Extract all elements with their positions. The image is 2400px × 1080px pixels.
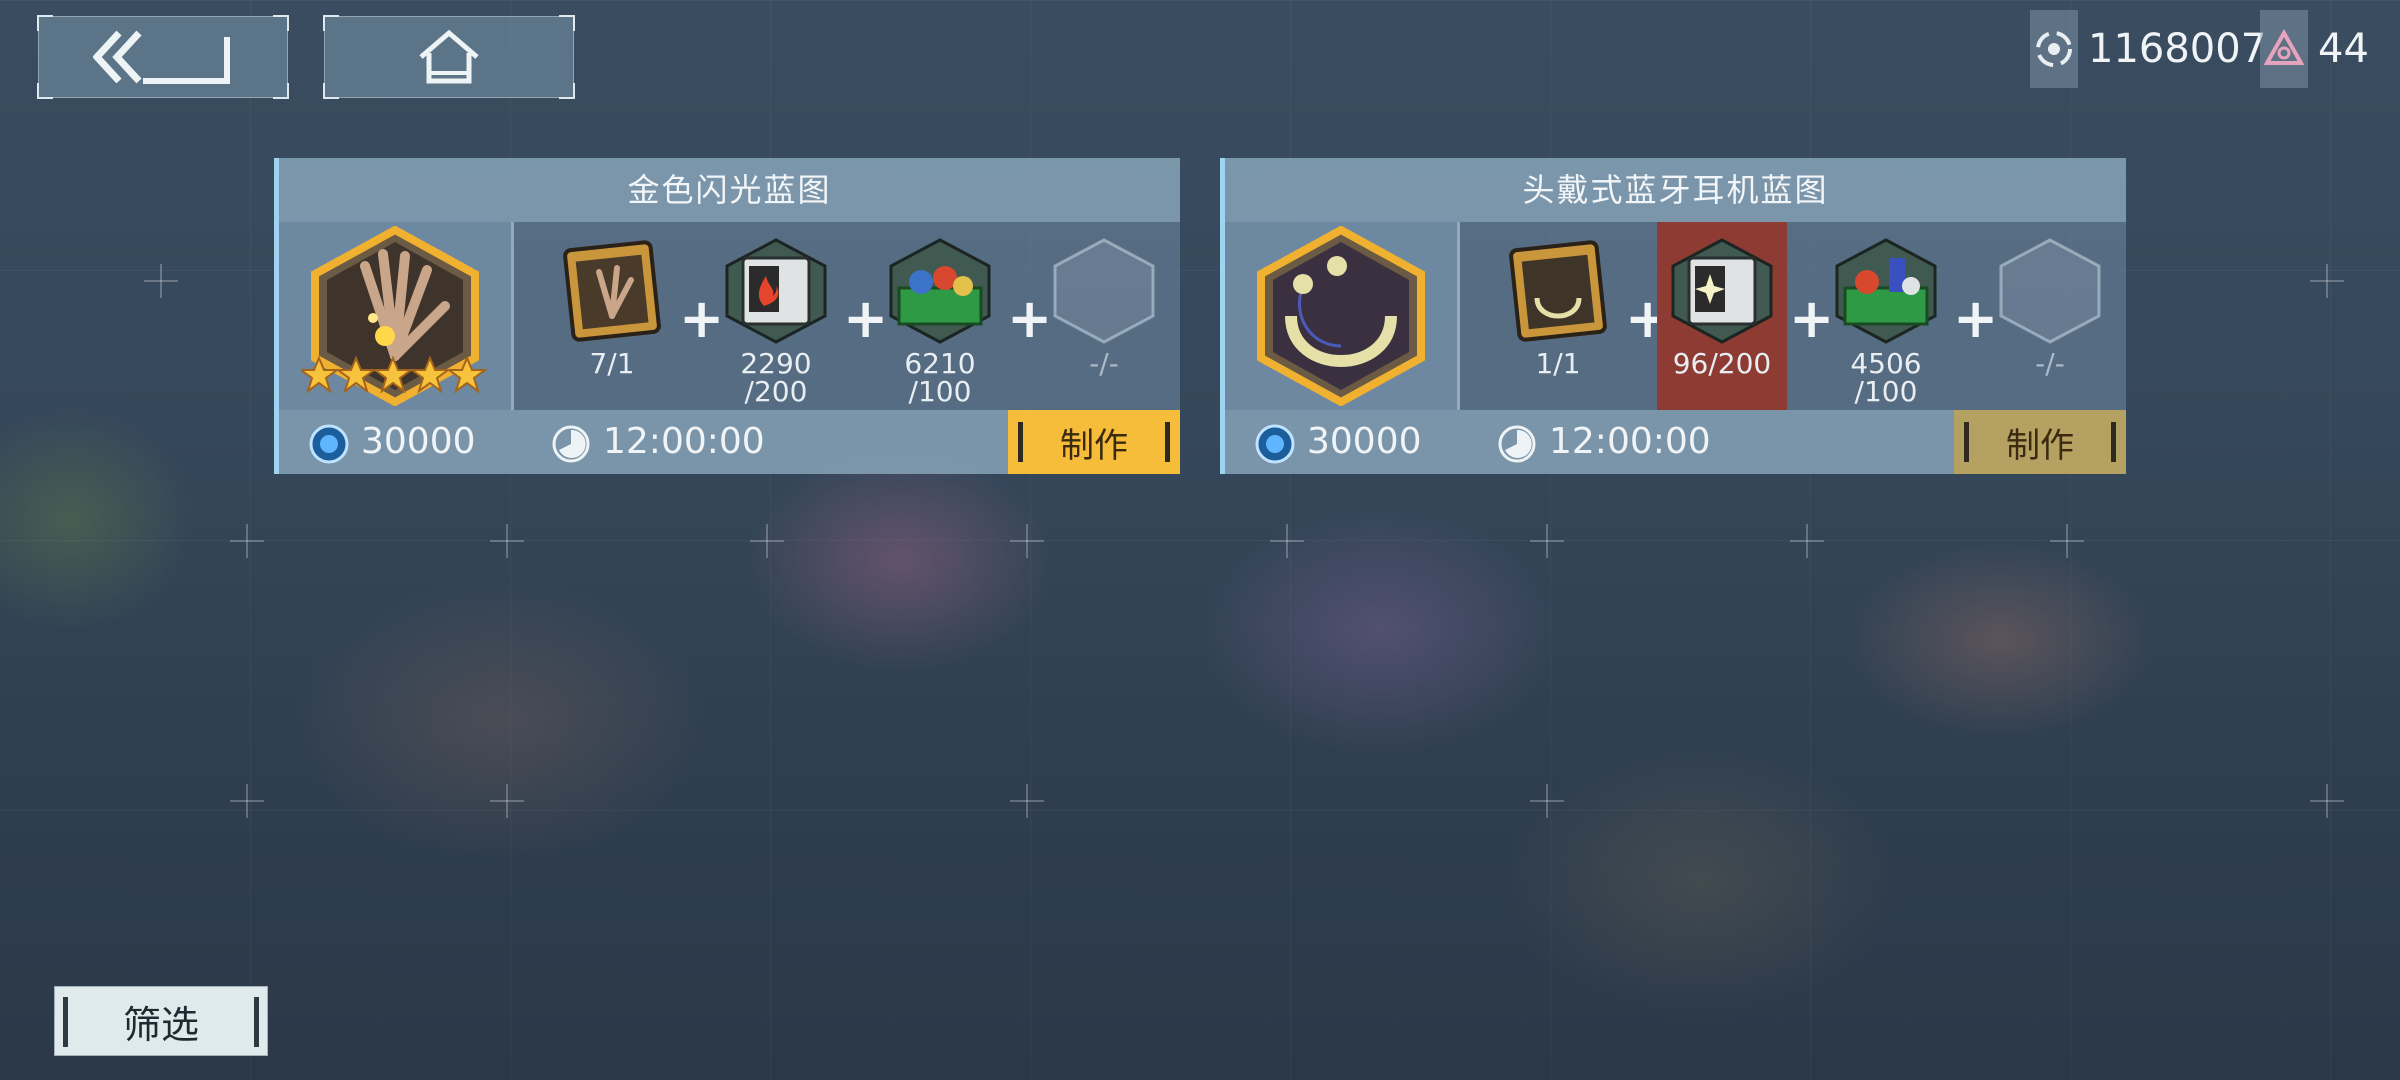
clock-icon bbox=[552, 425, 590, 463]
material-slot[interactable]: 2290 /200 bbox=[711, 232, 841, 408]
material-count: 96/200 bbox=[1672, 347, 1772, 380]
craft-button-disabled[interactable]: 制作 bbox=[1954, 410, 2126, 474]
grid-cross bbox=[1270, 524, 1304, 558]
grid-cross bbox=[1790, 524, 1824, 558]
material-count: 2290 /200 bbox=[740, 347, 812, 408]
empty-slot-icon bbox=[1053, 238, 1155, 344]
grid-cross bbox=[2310, 784, 2344, 818]
recipe-title: 金色闪光蓝图 bbox=[279, 158, 1180, 222]
grid-cross bbox=[144, 264, 178, 298]
back-arrow-icon bbox=[93, 30, 230, 84]
grid-cross bbox=[2050, 524, 2084, 558]
craft-cost: 30000 bbox=[1307, 421, 1422, 462]
neckband-headphones-icon bbox=[1257, 226, 1425, 406]
eye-token-icon bbox=[2030, 10, 2078, 88]
product-slot[interactable] bbox=[1225, 222, 1457, 410]
grid-cross bbox=[230, 784, 264, 818]
material-slot[interactable]: 1/1 bbox=[1493, 232, 1623, 404]
craft-button[interactable]: 制作 bbox=[1008, 410, 1180, 474]
grid-cross bbox=[2310, 264, 2344, 298]
clock-icon bbox=[1498, 425, 1536, 463]
green-parts-crate-icon bbox=[889, 238, 991, 344]
material-slot[interactable]: 7/1 bbox=[547, 232, 677, 404]
craft-time: 12:00:00 bbox=[603, 421, 765, 462]
back-button[interactable] bbox=[37, 15, 289, 99]
material-count: -/- bbox=[1089, 347, 1119, 380]
material-count: 6210 /100 bbox=[904, 347, 976, 408]
sparkle-data-chip-icon bbox=[1671, 238, 1773, 344]
filter-label: 筛选 bbox=[122, 1002, 199, 1047]
material-slot[interactable]: 4506 /100 bbox=[1821, 232, 1951, 408]
blueprint-card-icon bbox=[1509, 240, 1607, 342]
flame-data-chip-icon bbox=[725, 238, 827, 344]
grid-cross bbox=[1010, 524, 1044, 558]
currency-tokens: 1168007 bbox=[2030, 10, 2266, 88]
filter-button[interactable]: 筛选 bbox=[54, 986, 268, 1056]
grid-cross bbox=[490, 784, 524, 818]
craft-button-label: 制作 bbox=[2006, 425, 2074, 466]
gems-value: 44 bbox=[2318, 26, 2369, 72]
recipe-card: 头戴式蓝牙耳机蓝图 1/1 + 96/200 + 4506 /100 + -/-… bbox=[1220, 158, 2126, 474]
material-slot-empty[interactable]: -/- bbox=[1039, 232, 1169, 404]
product-slot[interactable] bbox=[279, 222, 511, 410]
triangle-gem-icon bbox=[2260, 10, 2308, 88]
grid-cross bbox=[1530, 784, 1564, 818]
material-count: 1/1 bbox=[1535, 347, 1581, 380]
blueprint-card-icon bbox=[563, 240, 661, 342]
grid-cross bbox=[490, 524, 524, 558]
coin-icon bbox=[1255, 424, 1295, 464]
recipe-title: 头戴式蓝牙耳机蓝图 bbox=[1225, 158, 2126, 222]
five-star-rating bbox=[301, 356, 489, 394]
grid-cross bbox=[750, 524, 784, 558]
material-slot[interactable]: 6210 /100 bbox=[875, 232, 1005, 408]
home-icon bbox=[419, 29, 479, 84]
craft-button-label: 制作 bbox=[1060, 425, 1128, 466]
material-slot-empty[interactable]: -/- bbox=[1985, 232, 2115, 404]
craft-cost: 30000 bbox=[361, 421, 476, 462]
green-parts-crate-icon bbox=[1835, 238, 1937, 344]
material-count: 4506 /100 bbox=[1850, 347, 1922, 408]
grid-cross bbox=[1530, 524, 1564, 558]
grid-cross bbox=[230, 524, 264, 558]
tokens-value: 1168007 bbox=[2088, 26, 2267, 72]
material-count: 7/1 bbox=[589, 347, 635, 380]
currency-gems: 44 bbox=[2260, 10, 2369, 88]
empty-slot-icon bbox=[1999, 238, 2101, 344]
coin-icon bbox=[309, 424, 349, 464]
home-button[interactable] bbox=[323, 15, 575, 99]
grid-cross bbox=[1010, 784, 1044, 818]
material-slot-insufficient[interactable]: 96/200 bbox=[1657, 222, 1787, 410]
recipe-card: 金色闪光蓝图 7/1 + 2290 /200 + 6210 /100 + -/-… bbox=[274, 158, 1180, 474]
material-count: -/- bbox=[2035, 347, 2065, 380]
craft-time: 12:00:00 bbox=[1549, 421, 1711, 462]
